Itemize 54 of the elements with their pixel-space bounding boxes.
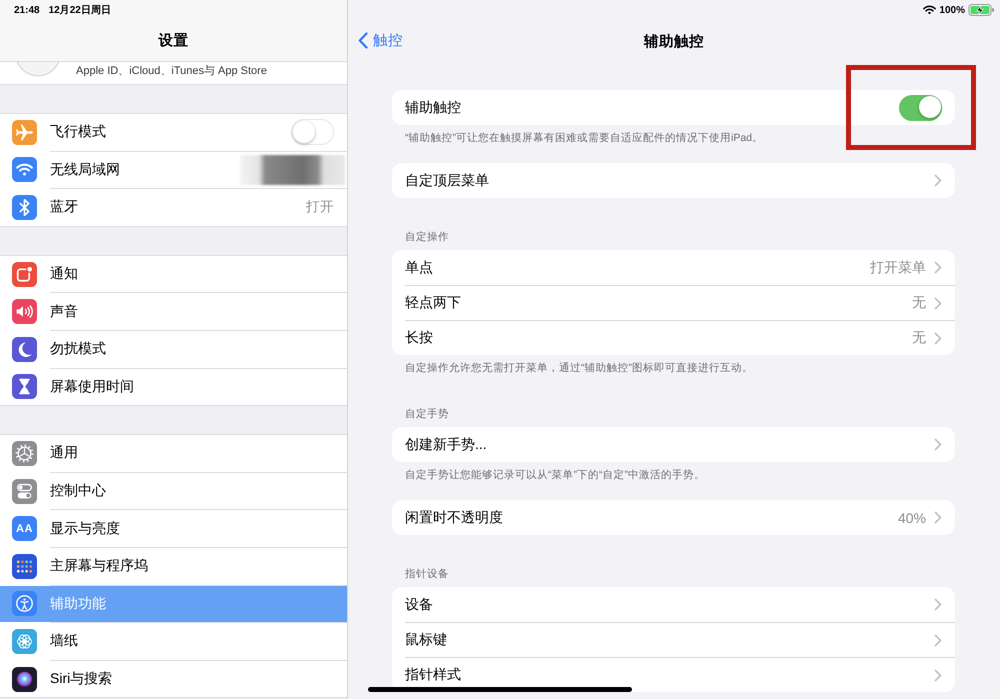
chevron-right-icon xyxy=(934,261,942,274)
chevron-right-icon xyxy=(934,634,942,646)
settings-row[interactable]: 设备 xyxy=(392,587,955,622)
hourglass-icon xyxy=(12,374,37,400)
setting-label: 辅助触控 xyxy=(405,98,462,116)
settings-row[interactable]: 鼠标键 xyxy=(392,623,955,657)
section-footer: 自定操作允许您无需打开菜单，通过“辅助触控”图标即可直接进行互动。 xyxy=(405,361,942,375)
chevron-right-icon xyxy=(934,598,942,611)
accessibility-icon xyxy=(12,591,37,616)
section-footer: “辅助触控”可让您在触摸屏幕有困难或需要自适应配件的情况下使用iPad。 xyxy=(405,131,942,145)
account-row[interactable]: Apple ID、iCloud、iTunes与 App Store xyxy=(0,62,347,85)
row-value: 打开菜单 xyxy=(870,258,926,276)
back-button[interactable]: 触控 xyxy=(358,28,403,52)
app-grid-icon xyxy=(12,554,37,579)
settings-row[interactable]: 指针样式 xyxy=(392,658,955,692)
chevron-right-icon xyxy=(934,438,942,451)
gear-icon xyxy=(12,440,37,466)
row-value: 40% xyxy=(898,510,926,526)
section-header: 指针设备 xyxy=(405,567,450,581)
section-footer: 自定手势让您能够记录可以从“菜单”下的“自定”中激活的手势。 xyxy=(405,468,942,482)
flower-icon xyxy=(12,628,37,654)
notification-icon xyxy=(12,262,37,287)
row-value: 无 xyxy=(912,294,926,312)
row-value: 无 xyxy=(912,329,926,347)
settings-row[interactable]: 轻点两下 无 xyxy=(392,286,955,320)
text-size-icon: AA xyxy=(12,516,37,542)
wifi-icon xyxy=(12,157,37,182)
nav-title: 设置 xyxy=(158,32,188,50)
speaker-icon xyxy=(12,299,37,324)
chevron-right-icon xyxy=(934,668,942,682)
settings-row[interactable]: 创建新手势... xyxy=(392,427,955,462)
airplane-icon xyxy=(12,120,37,145)
wifi-icon xyxy=(923,5,936,15)
status-value: 打开 xyxy=(306,198,334,216)
chevron-right-icon xyxy=(934,174,942,187)
status-date: 12月22日周日 xyxy=(48,4,111,17)
battery-percent: 100% xyxy=(939,4,965,16)
settings-row[interactable]: 单点 打开菜单 xyxy=(392,250,955,285)
settings-row[interactable]: 自定顶层菜单 xyxy=(392,163,955,198)
nav-title: 辅助触控 xyxy=(644,32,704,50)
settings-row[interactable]: 闲置时不透明度 40% xyxy=(392,500,955,535)
moon-icon xyxy=(12,336,37,362)
switches-icon xyxy=(12,478,37,504)
chevron-right-icon xyxy=(934,332,942,344)
chevron-right-icon xyxy=(934,511,942,524)
settings-row[interactable]: 长按 无 xyxy=(392,321,955,355)
toggle-switch[interactable] xyxy=(899,94,942,120)
bluetooth-icon xyxy=(12,194,37,220)
status-time: 21:48 xyxy=(14,4,40,16)
chevron-right-icon xyxy=(934,296,942,310)
orb-icon xyxy=(12,666,37,692)
section-header: 自定操作 xyxy=(405,230,450,244)
chevron-left-icon xyxy=(358,32,368,48)
section-header: 自定手势 xyxy=(405,407,450,421)
